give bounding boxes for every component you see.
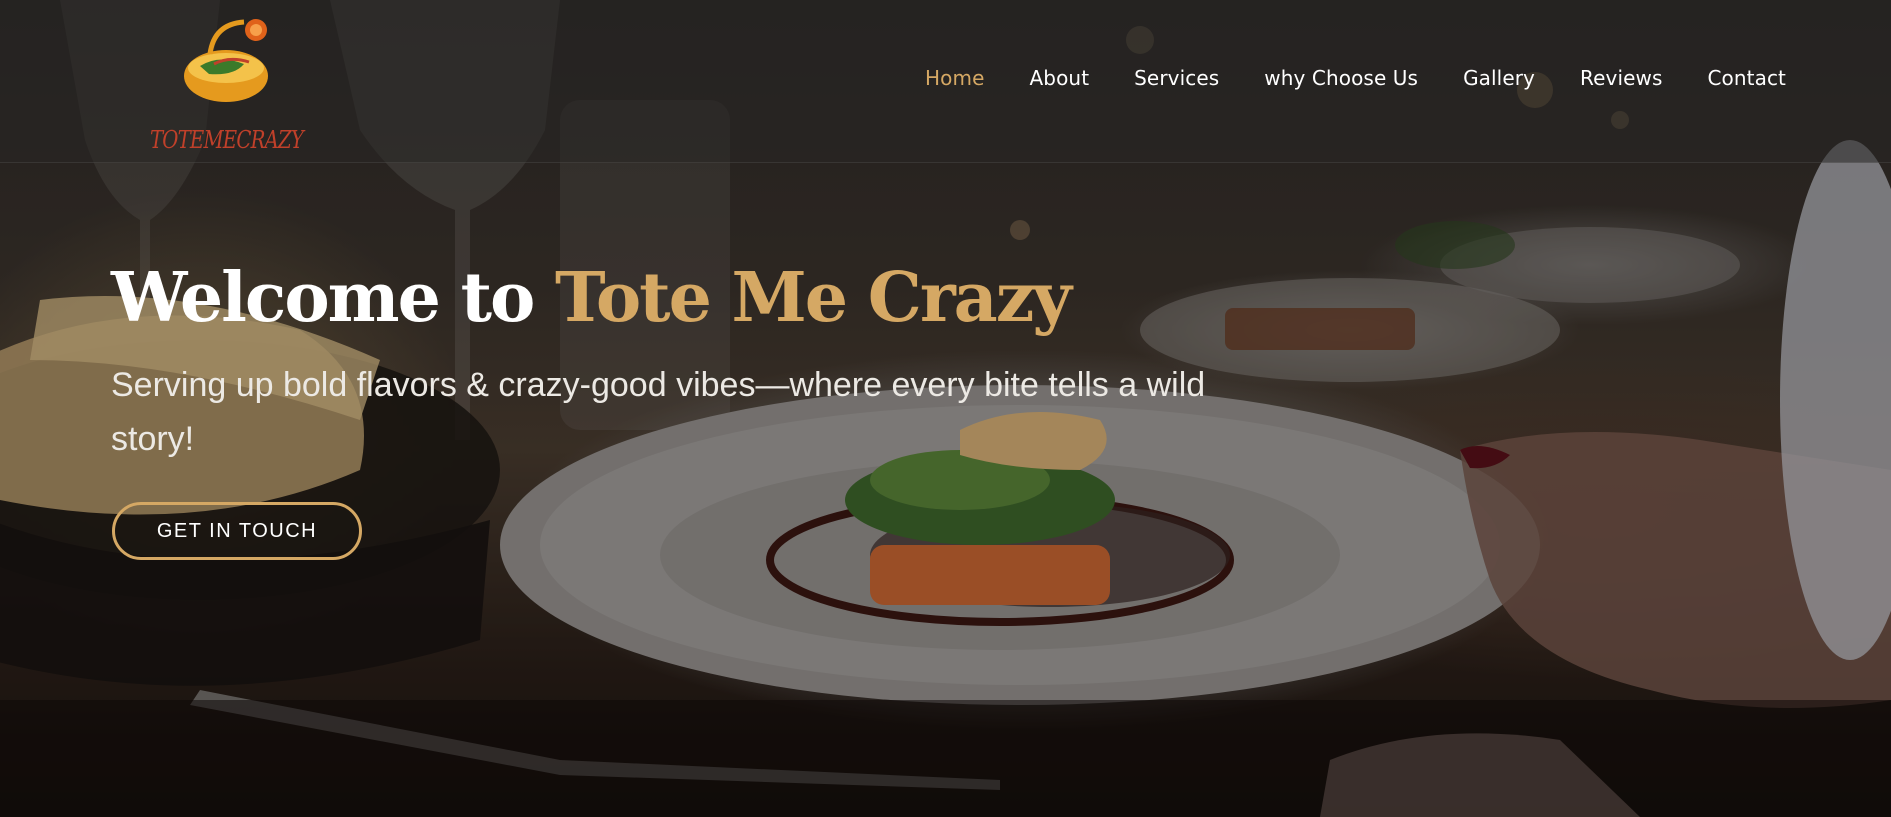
brand-logo-text: TOTEMECRAZY xyxy=(150,126,304,154)
site-header: TOTEMECRAZY Home About Services why Choo… xyxy=(0,0,1891,163)
nav-item-gallery[interactable]: Gallery xyxy=(1463,66,1535,90)
nav-item-services[interactable]: Services xyxy=(1134,66,1219,90)
hero-title-accent: Tote Me Crazy xyxy=(555,258,1072,338)
get-in-touch-button[interactable]: GET IN TOUCH xyxy=(112,502,362,560)
hero-section: TOTEMECRAZY Home About Services why Choo… xyxy=(0,0,1891,817)
nav-item-about[interactable]: About xyxy=(1030,66,1090,90)
nav-item-reviews[interactable]: Reviews xyxy=(1580,66,1662,90)
main-nav: Home About Services why Choose Us Galler… xyxy=(880,66,1786,90)
nav-item-contact[interactable]: Contact xyxy=(1707,66,1786,90)
brand-logo[interactable]: TOTEMECRAZY xyxy=(148,14,318,154)
nav-item-home[interactable]: Home xyxy=(925,66,984,90)
hero-title-prefix: Welcome to xyxy=(111,258,556,338)
hero-title: Welcome to Tote Me Crazy xyxy=(111,258,1072,338)
hero-subtitle: Serving up bold flavors & crazy-good vib… xyxy=(111,366,1206,458)
nav-item-why-choose-us[interactable]: why Choose Us xyxy=(1264,66,1418,90)
food-bowl-logo-icon xyxy=(184,19,268,102)
